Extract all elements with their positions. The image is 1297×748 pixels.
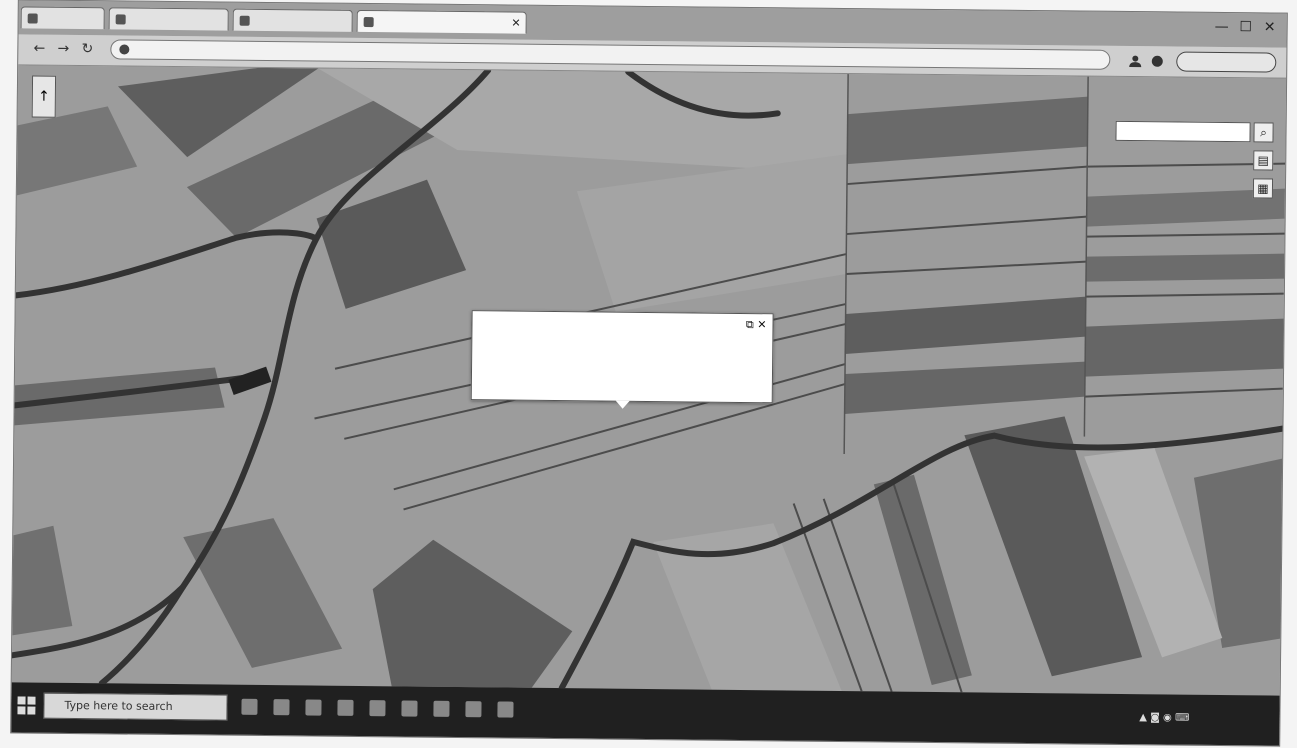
- tab-1[interactable]: [20, 6, 105, 30]
- parcel-dark: [1084, 318, 1284, 377]
- popup-expand-icon[interactable]: ⧉: [746, 318, 754, 331]
- parcel-info-popup: ⧉ ✕: [470, 310, 774, 409]
- reload-button[interactable]: ↻: [78, 41, 96, 57]
- compass-button[interactable]: ↑: [31, 75, 57, 118]
- tab-3[interactable]: [232, 8, 353, 32]
- store-icon[interactable]: [337, 699, 354, 716]
- basemap-icon[interactable]: ▦: [1252, 178, 1274, 199]
- parcel-dark: [1085, 253, 1285, 282]
- map-search-input[interactable]: [1115, 120, 1251, 143]
- taskbar-search-input[interactable]: Type here to search: [43, 692, 228, 721]
- task-view-icon[interactable]: [241, 698, 258, 715]
- tab-favicon-icon: [27, 13, 38, 24]
- screen: ✕ — ☐ ✕ ← → ↻ ↑ ⌕ ▤ ▦ ⧉ ✕ Type here to s…: [10, 0, 1288, 747]
- user-icon[interactable]: [1128, 54, 1142, 68]
- app-icon[interactable]: [433, 700, 450, 717]
- minimize-button[interactable]: —: [1211, 19, 1233, 35]
- tab-favicon-icon: [239, 15, 250, 26]
- popup-close-icon[interactable]: ✕: [757, 318, 766, 331]
- windows-start-icon[interactable]: [17, 696, 36, 715]
- layers-icon[interactable]: ▤: [1253, 150, 1274, 171]
- tab-favicon-icon: [115, 14, 126, 25]
- maximize-button[interactable]: ☐: [1235, 19, 1257, 35]
- back-button[interactable]: ←: [30, 41, 48, 57]
- app-icon[interactable]: [497, 701, 514, 718]
- forward-button[interactable]: →: [54, 41, 72, 57]
- edge-icon[interactable]: [273, 699, 290, 716]
- file-explorer-icon[interactable]: [305, 699, 322, 716]
- close-window-button[interactable]: ✕: [1259, 19, 1281, 35]
- extension-icon[interactable]: [1150, 54, 1164, 68]
- app-icon[interactable]: [465, 701, 482, 718]
- map-search-icon[interactable]: ⌕: [1253, 122, 1274, 143]
- chrome-icon[interactable]: [401, 700, 418, 717]
- system-tray-icons[interactable]: ▲ ◙ ◉ ⌨: [1139, 712, 1189, 724]
- map-viewport[interactable]: ↑ ⌕ ▤ ▦ ⧉ ✕: [11, 65, 1287, 696]
- popup-buttons: ⧉ ✕: [746, 318, 767, 332]
- tab-favicon-icon: [363, 16, 374, 28]
- tab-4-active[interactable]: ✕: [356, 9, 527, 34]
- profile-button[interactable]: [1176, 51, 1277, 73]
- mail-icon[interactable]: [369, 700, 386, 717]
- tab-close-icon[interactable]: ✕: [511, 13, 520, 34]
- address-bar[interactable]: [110, 39, 1111, 70]
- popup-pointer: [615, 400, 630, 409]
- lock-icon: [119, 44, 130, 55]
- tab-2[interactable]: [108, 7, 229, 31]
